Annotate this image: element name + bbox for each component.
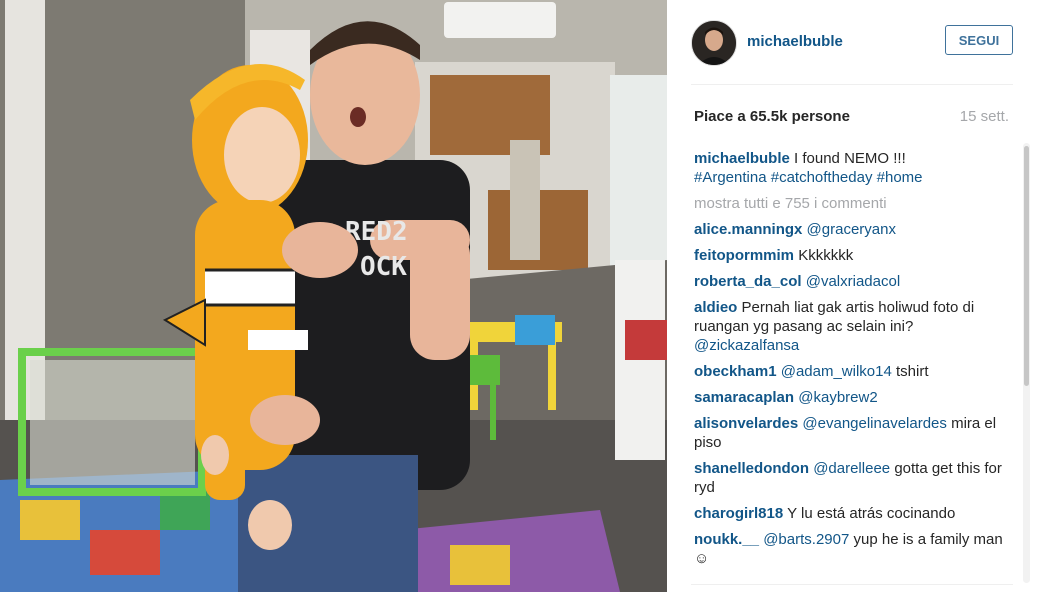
comment-username[interactable]: alisonvelardes <box>694 415 798 432</box>
comment: feitopormmim Kkkkkkk <box>694 246 1014 265</box>
comment-username[interactable]: aldieo <box>694 299 737 316</box>
comment-username[interactable]: alice.manningx <box>694 221 802 238</box>
comment-mention[interactable]: @zickazalfansa <box>694 337 799 354</box>
caption-username[interactable]: michaelbuble <box>694 150 790 167</box>
post-details-panel: michaelbuble SEGUI Piace a 65.5k persone… <box>667 0 1037 592</box>
post-time[interactable]: 15 sett. <box>960 108 1009 125</box>
comments-divider <box>691 584 1013 585</box>
comment: charogirl818 Y lu está atrás cocinando <box>694 504 1014 523</box>
shirt-text-2: OCK <box>360 252 407 282</box>
comment: samaracaplan @kaybrew2 <box>694 388 1014 407</box>
comment-username[interactable]: feitopormmim <box>694 247 794 264</box>
show-all-comments-link[interactable]: mostra tutti e 755 i commenti <box>694 194 1014 213</box>
comment: roberta_da_col @valxriadacol <box>694 272 1014 291</box>
post-photo[interactable]: RED2 OCK <box>0 0 667 592</box>
likes-count[interactable]: Piace a 65.5k persone <box>694 108 850 125</box>
comment: alisonvelardes @evangelinavelardes mira … <box>694 414 1014 452</box>
comment-username[interactable]: samaracaplan <box>694 389 794 406</box>
comment-text: Pernah liat gak artis holiwud foto di ru… <box>694 299 975 335</box>
comment-text: Y lu está atrás cocinando <box>787 505 956 522</box>
username-link[interactable]: michaelbuble <box>747 33 843 50</box>
comment: obeckham1 @adam_wilko14 tshirt <box>694 362 1014 381</box>
comment-mention[interactable]: @valxriadacol <box>806 273 900 290</box>
comment-mention[interactable]: @barts.2907 <box>763 531 849 548</box>
comments-list: michaelbuble I found NEMO !!! #Argentina… <box>694 149 1014 575</box>
comments-scrollbar-thumb[interactable] <box>1024 146 1029 386</box>
avatar-image <box>692 21 736 65</box>
comment-username[interactable]: obeckham1 <box>694 363 777 380</box>
follow-button[interactable]: SEGUI <box>945 25 1013 55</box>
comment-username[interactable]: shanelledondon <box>694 460 809 477</box>
post-header: michaelbuble SEGUI <box>691 18 1013 66</box>
comment-mention[interactable]: @graceryanx <box>807 221 896 238</box>
comment-username[interactable]: roberta_da_col <box>694 273 802 290</box>
comment: noukk.__ @barts.2907 yup he is a family … <box>694 530 1014 568</box>
comment-mention[interactable]: @darelleee <box>813 460 890 477</box>
comment-username[interactable]: charogirl818 <box>694 505 783 522</box>
caption: michaelbuble I found NEMO !!! #Argentina… <box>694 149 1014 187</box>
comment-mention[interactable]: @kaybrew2 <box>798 389 877 406</box>
photo-illustration: RED2 OCK <box>0 0 667 592</box>
comment: shanelledondon @darelleee gotta get this… <box>694 459 1014 497</box>
caption-hashtags[interactable]: #Argentina #catchoftheday #home <box>694 169 923 186</box>
comment: aldieo Pernah liat gak artis holiwud fot… <box>694 298 1014 355</box>
avatar[interactable] <box>691 20 737 66</box>
comment-text: tshirt <box>896 363 929 380</box>
header-divider <box>691 84 1013 85</box>
comment-mention[interactable]: @adam_wilko14 <box>781 363 892 380</box>
comment-mention[interactable]: @evangelinavelardes <box>802 415 947 432</box>
comment-text: Kkkkkkk <box>798 247 854 264</box>
comment-username[interactable]: noukk.__ <box>694 531 759 548</box>
caption-text: I found NEMO !!! <box>794 150 906 167</box>
comment: alice.manningx @graceryanx <box>694 220 1014 239</box>
